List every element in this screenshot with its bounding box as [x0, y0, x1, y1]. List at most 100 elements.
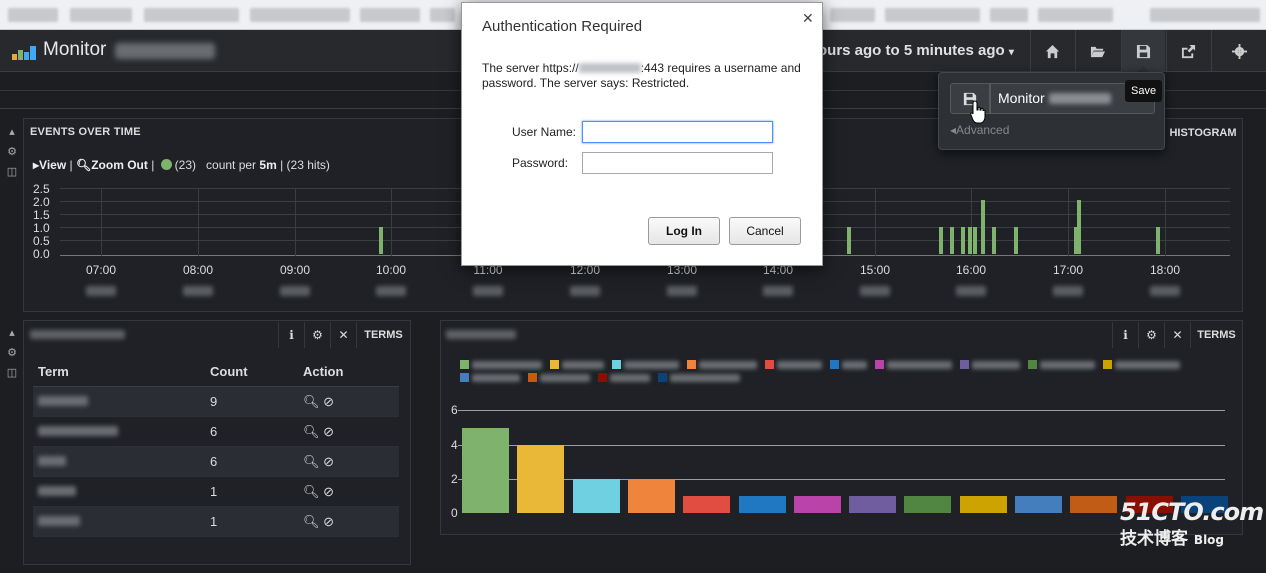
collapse-row-icon[interactable]: ▴: [9, 125, 15, 139]
histogram-bar[interactable]: [961, 227, 966, 254]
terms-bar[interactable]: [1015, 495, 1062, 513]
password-label: Password:: [512, 156, 569, 170]
legend-swatch: [598, 373, 607, 382]
column-header-term[interactable]: Term: [33, 364, 205, 379]
filter-in-icon[interactable]: 🔍︎: [303, 424, 320, 439]
panel-info-button[interactable]: ℹ: [278, 322, 304, 348]
legend-item[interactable]: [612, 360, 679, 369]
bookmark-item[interactable]: [1038, 8, 1113, 22]
terms-bar[interactable]: [959, 495, 1007, 513]
legend-item[interactable]: [658, 373, 740, 382]
terms-bar[interactable]: [738, 495, 786, 513]
filter-in-icon[interactable]: 🔍︎: [303, 484, 320, 499]
legend-item[interactable]: [1028, 360, 1095, 369]
histogram-bar[interactable]: [846, 227, 851, 254]
filter-in-icon[interactable]: 🔍︎: [303, 514, 320, 529]
cancel-button[interactable]: Cancel: [729, 217, 801, 245]
histogram-bar[interactable]: [972, 227, 977, 254]
legend-item[interactable]: [765, 360, 822, 369]
legend-item[interactable]: [960, 360, 1020, 369]
home-button[interactable]: [1030, 30, 1074, 72]
bookmark-item[interactable]: [430, 8, 455, 22]
bookmark-item[interactable]: [1150, 8, 1260, 22]
zoom-out-button[interactable]: 🔍︎Zoom Out: [76, 158, 148, 172]
view-menu[interactable]: ▸View: [33, 158, 66, 172]
settings-button[interactable]: [1211, 30, 1266, 72]
x-tick-date-redacted: [280, 286, 310, 296]
log-in-button[interactable]: Log In: [648, 217, 720, 245]
legend-item[interactable]: [687, 360, 757, 369]
terms-bar[interactable]: [904, 495, 952, 513]
terms-bar[interactable]: [627, 478, 675, 513]
legend-item[interactable]: [830, 360, 867, 369]
close-icon: ✕: [1172, 328, 1183, 342]
load-button[interactable]: [1075, 30, 1119, 72]
filter-in-icon[interactable]: 🔍︎: [303, 454, 320, 469]
filter-out-icon[interactable]: ⊘: [323, 454, 334, 469]
histogram-bar[interactable]: [967, 227, 972, 254]
terms-bar[interactable]: [849, 495, 897, 513]
add-panel-icon[interactable]: ◫: [7, 366, 17, 380]
legend-item[interactable]: [528, 373, 590, 382]
bookmark-item[interactable]: [885, 8, 980, 22]
histogram-bar[interactable]: [938, 227, 943, 254]
filter-out-icon[interactable]: ⊘: [323, 394, 334, 409]
bookmark-item[interactable]: [990, 8, 1028, 22]
filter-in-icon[interactable]: 🔍︎: [303, 394, 320, 409]
bookmark-item[interactable]: [144, 8, 239, 22]
terms-bar[interactable]: [517, 444, 565, 513]
legend-item[interactable]: [460, 360, 542, 369]
legend-item[interactable]: [598, 373, 650, 382]
gridline: [458, 410, 1225, 412]
share-button[interactable]: [1166, 30, 1210, 72]
filter-out-icon[interactable]: ⊘: [323, 484, 334, 499]
histogram-bar[interactable]: [1156, 227, 1161, 254]
panel-close-button[interactable]: ✕: [1164, 322, 1190, 348]
bookmark-item[interactable]: [360, 8, 420, 22]
row-settings-icon[interactable]: ⚙: [7, 145, 17, 159]
panel-close-button[interactable]: ✕: [330, 322, 356, 348]
y-tick-label: 2: [451, 471, 458, 486]
terms-bar[interactable]: [683, 495, 731, 513]
series-color-swatch[interactable]: [160, 159, 172, 170]
filter-out-icon[interactable]: ⊘: [323, 424, 334, 439]
y-tick-label: 6: [451, 403, 458, 418]
legend-swatch: [550, 360, 559, 369]
add-panel-icon[interactable]: ◫: [7, 165, 17, 179]
panel-title-redacted: [30, 330, 125, 339]
panel-info-button[interactable]: ℹ: [1112, 322, 1138, 348]
histogram-bar[interactable]: [949, 227, 954, 254]
row-settings-icon[interactable]: ⚙: [7, 346, 17, 360]
username-field[interactable]: [582, 121, 773, 143]
terms-bar[interactable]: [572, 478, 620, 513]
legend-swatch: [612, 360, 621, 369]
terms-bar[interactable]: [1070, 495, 1118, 513]
histogram-bar[interactable]: [1077, 200, 1082, 254]
legend-item[interactable]: [1103, 360, 1180, 369]
bookmark-item[interactable]: [70, 8, 132, 22]
column-header-count[interactable]: Count: [205, 364, 298, 379]
legend-item[interactable]: [550, 360, 604, 369]
panel-settings-button[interactable]: ⚙: [1138, 322, 1164, 348]
legend-item[interactable]: [875, 360, 952, 369]
legend-swatch: [687, 360, 696, 369]
legend-item[interactable]: [460, 373, 520, 382]
histogram-bar[interactable]: [991, 227, 996, 254]
panel-settings-button[interactable]: ⚙: [304, 322, 330, 348]
timepicker-label: ours ago to 5 minutes ago: [818, 42, 1005, 59]
bookmark-item[interactable]: [250, 8, 350, 22]
collapse-row-icon[interactable]: ▴: [9, 326, 15, 340]
timepicker[interactable]: ours ago to 5 minutes ago ▾: [818, 42, 1014, 59]
advanced-toggle[interactable]: ◂Advanced: [950, 123, 1009, 137]
histogram-bar[interactable]: [980, 200, 985, 254]
filter-out-icon[interactable]: ⊘: [323, 514, 334, 529]
bookmark-item[interactable]: [8, 8, 58, 22]
terms-bar[interactable]: [793, 495, 841, 513]
terms-bar[interactable]: [462, 427, 509, 513]
histogram-bar[interactable]: [379, 227, 384, 254]
histogram-bar[interactable]: [1014, 227, 1019, 254]
close-icon[interactable]: ✕: [802, 10, 814, 27]
interval-value[interactable]: 5m: [259, 158, 276, 172]
bookmark-item[interactable]: [830, 8, 875, 22]
password-field[interactable]: [582, 152, 773, 174]
